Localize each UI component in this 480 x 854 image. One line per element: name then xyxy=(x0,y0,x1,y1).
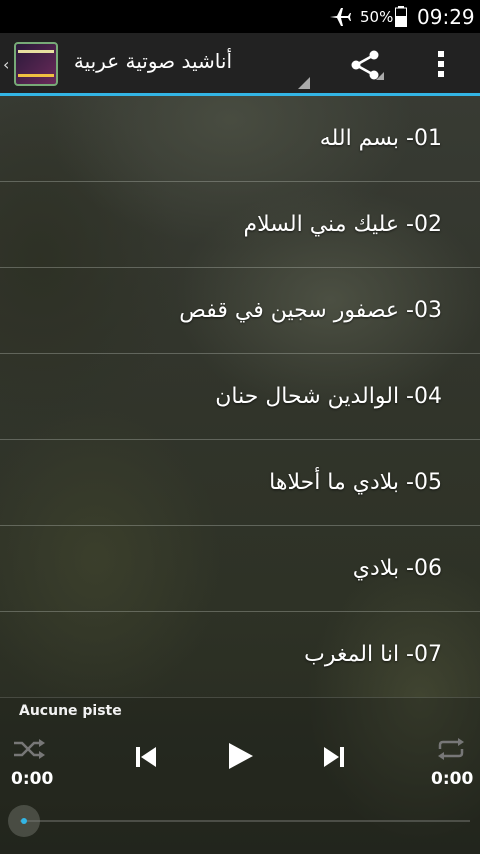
status-bar: 50% 09:29 xyxy=(0,0,480,33)
action-bar: ‹ أناشيد صوتية عربية xyxy=(0,33,480,96)
page-title[interactable]: أناشيد صوتية عربية xyxy=(72,49,232,73)
spinner-indicator-icon xyxy=(298,77,310,89)
app-icon[interactable] xyxy=(14,42,58,86)
up-caret-icon[interactable]: ‹ xyxy=(3,55,9,74)
track-row[interactable]: 06- بلادي xyxy=(0,526,480,612)
shuffle-icon[interactable] xyxy=(12,737,46,761)
now-playing-label: Aucune piste xyxy=(19,703,122,719)
track-row[interactable]: 01- بسم الله xyxy=(0,96,480,182)
battery-percent: 50% xyxy=(360,8,394,26)
track-title: 02- عليك مني السلام xyxy=(243,212,442,237)
screen: 50% 09:29 ‹ أناشيد صوتية عربية 01- بسم ا… xyxy=(0,0,480,854)
track-title: 04- الوالدين شحال حنان xyxy=(215,384,442,409)
battery-icon xyxy=(395,6,407,27)
track-title: 07- انا المغرب xyxy=(304,642,442,667)
player-controls: Aucune piste 0:00 0:00 xyxy=(0,697,480,854)
track-list: 01- بسم الله 02- عليك مني السلام 03- عصف… xyxy=(0,96,480,698)
seek-bar[interactable] xyxy=(20,820,470,822)
overflow-menu-icon[interactable] xyxy=(436,49,446,79)
next-icon[interactable] xyxy=(322,745,346,769)
repeat-icon[interactable] xyxy=(436,737,466,761)
previous-icon[interactable] xyxy=(134,745,158,769)
airplane-mode-icon xyxy=(330,8,351,26)
track-row[interactable]: 07- انا المغرب xyxy=(0,612,480,698)
track-title: 03- عصفور سجين في قفص xyxy=(179,298,442,323)
track-title: 05- بلادي ما أحلاها xyxy=(269,470,442,495)
track-title: 01- بسم الله xyxy=(319,126,442,151)
elapsed-time: 0:00 xyxy=(11,769,54,789)
play-icon[interactable] xyxy=(225,741,255,771)
clock: 09:29 xyxy=(417,5,475,29)
duration-time: 0:00 xyxy=(431,769,474,789)
track-row[interactable]: 05- بلادي ما أحلاها xyxy=(0,440,480,526)
track-row[interactable]: 02- عليك مني السلام xyxy=(0,182,480,268)
seek-thumb[interactable] xyxy=(8,805,40,837)
track-title: 06- بلادي xyxy=(352,556,442,581)
track-row[interactable]: 03- عصفور سجين في قفص xyxy=(0,268,480,354)
share-icon[interactable] xyxy=(350,50,384,80)
track-row[interactable]: 04- الوالدين شحال حنان xyxy=(0,354,480,440)
